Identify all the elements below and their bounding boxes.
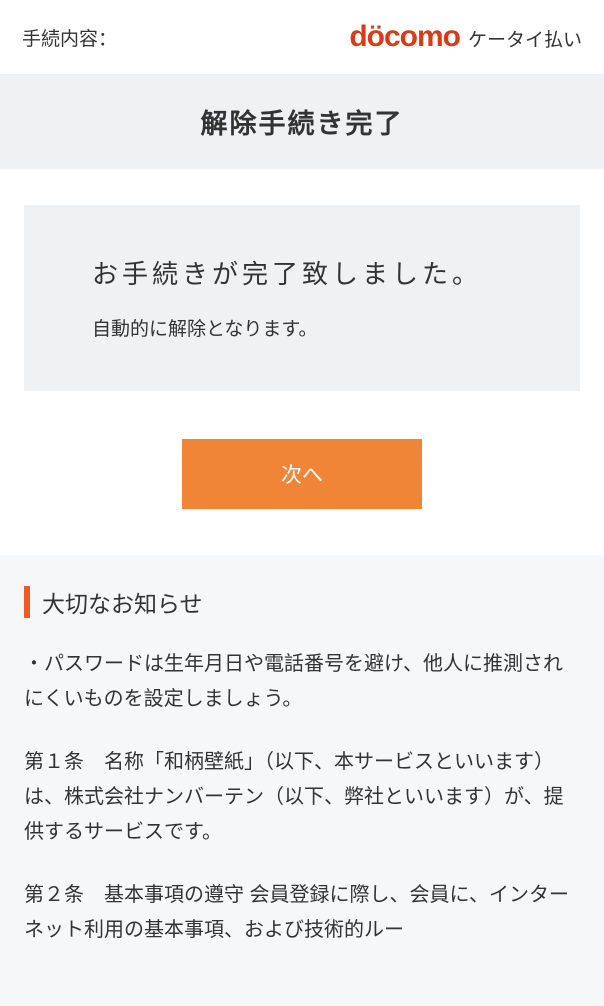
notice-body: ・パスワードは生年月日や電話番号を避け、他人に推測されにくいものを設定しましょう… xyxy=(24,647,580,948)
notice-heading: 大切なお知らせ xyxy=(42,585,203,619)
button-area: 次へ xyxy=(24,439,580,509)
notice-paragraph: 第２条 基本事項の遵守 会員登録に際し、会員に、インターネット利用の基本事項、お… xyxy=(24,878,580,948)
completion-message-main: お手続きが完了致しました。 xyxy=(92,255,512,294)
notice-paragraph: ・パスワードは生年月日や電話番号を避け、他人に推測されにくいものを設定しましょう… xyxy=(24,647,580,717)
completion-message-sub: 自動的に解除となります。 xyxy=(92,314,512,341)
next-button[interactable]: 次へ xyxy=(182,439,422,509)
title-bar: 解除手続き完了 xyxy=(0,74,604,169)
notice-paragraph: 第１条 名称「和柄壁紙」（以下、本サービスといいます）は、株式会社ナンバーテン（… xyxy=(24,745,580,850)
notice-heading-wrap: 大切なお知らせ xyxy=(24,585,580,619)
header: 手続内容： döcomo ケータイ払い xyxy=(0,0,604,74)
docomo-logo: döcomo xyxy=(349,20,460,54)
completion-message-box: お手続きが完了致しました。 自動的に解除となります。 xyxy=(24,205,580,391)
page-title: 解除手続き完了 xyxy=(0,102,604,141)
accent-bar-icon xyxy=(24,586,30,618)
notice-section: 大切なお知らせ ・パスワードは生年月日や電話番号を避け、他人に推測されにくいもの… xyxy=(0,555,604,1006)
procedure-label: 手続内容： xyxy=(22,24,117,51)
content-section: お手続きが完了致しました。 自動的に解除となります。 次へ xyxy=(0,169,604,555)
payment-method-text: ケータイ払い xyxy=(468,25,582,52)
header-right: döcomo ケータイ払い xyxy=(349,20,582,54)
